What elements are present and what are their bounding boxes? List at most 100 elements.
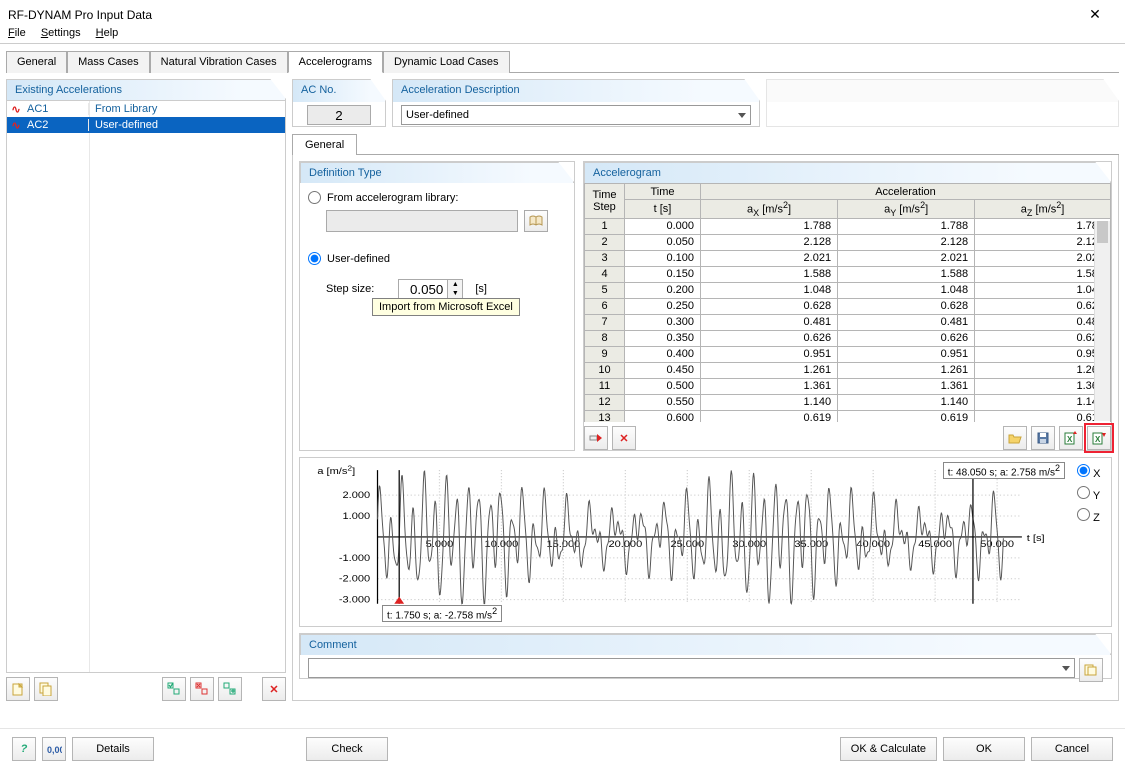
definition-header: Definition Type <box>300 162 574 183</box>
comment-combo[interactable] <box>308 658 1075 678</box>
delete-all-icon[interactable]: ✕ <box>612 426 636 450</box>
svg-text:40.000: 40.000 <box>856 540 890 550</box>
new-icon[interactable] <box>6 677 30 701</box>
description-label: Acceleration Description <box>393 80 759 102</box>
tooltip-excel-import: Import from Microsoft Excel <box>372 298 520 316</box>
tab-accelerograms[interactable]: Accelerograms <box>288 51 383 73</box>
table-row[interactable]: 120.5501.1401.1401.140 <box>585 394 1111 410</box>
table-row[interactable]: 60.2500.6280.6280.628 <box>585 298 1111 314</box>
help-icon[interactable]: ? <box>12 737 36 761</box>
col-accel: Acceleration <box>701 184 1111 200</box>
cancel-button[interactable]: Cancel <box>1031 737 1113 761</box>
comment-pick-icon[interactable] <box>1079 658 1103 682</box>
svg-text:20.000: 20.000 <box>608 540 642 550</box>
existing-header: Existing Accelerations <box>6 79 286 100</box>
acceleration-list: ∿AC1From Library∿AC2User-defined <box>7 101 285 672</box>
col-step: Time Step <box>585 184 625 219</box>
table-row[interactable]: 50.2001.0481.0481.048 <box>585 282 1111 298</box>
table-row[interactable]: 90.4000.9510.9510.951 <box>585 346 1111 362</box>
col-az: aZ [m/s2] <box>975 200 1111 219</box>
table-row[interactable]: 10.0001.7881.7881.788 <box>585 218 1111 234</box>
list-item[interactable]: ∿AC1From Library <box>7 101 285 117</box>
svg-text:-2.000: -2.000 <box>339 575 371 585</box>
step-size-unit: [s] <box>475 283 487 295</box>
waveform-icon: ∿ <box>7 119 25 132</box>
ok-calculate-button[interactable]: OK & Calculate <box>840 737 937 761</box>
check-all-icon[interactable] <box>162 677 186 701</box>
waveform-icon: ∿ <box>7 103 25 116</box>
list-item[interactable]: ∿AC2User-defined <box>7 117 285 133</box>
remove-icon[interactable]: ✕ <box>262 677 286 701</box>
details-button[interactable]: Details <box>72 737 154 761</box>
chevron-down-icon <box>1062 666 1070 671</box>
radio-user-defined[interactable] <box>308 252 321 265</box>
table-row[interactable]: 40.1501.5881.5881.588 <box>585 266 1111 282</box>
table-scrollbar[interactable] <box>1094 221 1110 421</box>
excel-import-icon[interactable]: X <box>1087 426 1111 450</box>
ok-button[interactable]: OK <box>943 737 1025 761</box>
svg-text:X: X <box>1067 435 1073 444</box>
col-time: Time <box>625 184 701 200</box>
menu-help[interactable]: Help <box>96 27 119 39</box>
table-row[interactable]: 80.3500.6260.6260.626 <box>585 330 1111 346</box>
close-icon[interactable]: ✕ <box>1077 6 1113 23</box>
ac-no-label: AC No. <box>293 80 385 102</box>
col-ax: aX [m/s2] <box>701 200 838 219</box>
svg-text:50.000: 50.000 <box>980 540 1014 550</box>
library-combo <box>326 210 518 232</box>
add-checked-icon[interactable] <box>218 677 242 701</box>
svg-text:-1.000: -1.000 <box>339 554 371 564</box>
table-row[interactable]: 100.4501.2611.2611.261 <box>585 362 1111 378</box>
comment-label: Comment <box>300 634 1111 655</box>
tab-mass-cases[interactable]: Mass Cases <box>67 51 150 73</box>
axis-radio-y[interactable]: Y <box>1077 486 1101 502</box>
chart-annotation-min: t: 1.750 s; a: -2.758 m/s2 <box>382 605 502 622</box>
excel-export-icon[interactable]: X <box>1059 426 1083 450</box>
tab-dlc[interactable]: Dynamic Load Cases <box>383 51 510 73</box>
accelerogram-table[interactable]: Time Step Time Acceleration t [s] aX [m/… <box>584 183 1111 422</box>
step-size-label: Step size: <box>326 283 374 295</box>
chart-annotation-max: t: 48.050 s; a: 2.758 m/s2 <box>943 462 1065 479</box>
svg-text:10.000: 10.000 <box>485 540 519 550</box>
svg-text:0,00: 0,00 <box>47 745 62 755</box>
table-row[interactable]: 130.6000.6190.6190.619 <box>585 410 1111 422</box>
accelerogram-chart[interactable]: 2.0001.000-1.000-2.000-3.000a [m/s2]5.00… <box>310 462 1071 622</box>
main-tabstrip: General Mass Cases Natural Vibration Cas… <box>6 44 1119 73</box>
open-icon[interactable] <box>1003 426 1027 450</box>
window-title: RF-DYNAM Pro Input Data <box>8 8 152 22</box>
delete-row-icon[interactable] <box>584 426 608 450</box>
units-icon[interactable]: 0,00 <box>42 737 66 761</box>
save-icon[interactable] <box>1031 426 1055 450</box>
svg-text:t [s]: t [s] <box>1027 534 1045 544</box>
svg-text:X: X <box>1095 435 1101 444</box>
col-ay: aY [m/s2] <box>838 200 975 219</box>
tab-general[interactable]: General <box>6 51 67 73</box>
book-icon[interactable] <box>524 210 548 232</box>
svg-text:-3.000: -3.000 <box>339 595 371 605</box>
table-row[interactable]: 30.1002.0212.0212.021 <box>585 250 1111 266</box>
description-combo[interactable]: User-defined <box>401 105 751 125</box>
label-user-defined: User-defined <box>327 253 390 265</box>
uncheck-all-icon[interactable] <box>190 677 214 701</box>
axis-radio-z[interactable]: Z <box>1077 508 1101 524</box>
step-size-input[interactable]: ▲▼ <box>398 279 463 299</box>
ac-no-input[interactable] <box>307 105 371 125</box>
axis-radio-x[interactable]: X <box>1077 464 1101 480</box>
svg-text:2.000: 2.000 <box>343 491 371 501</box>
table-row[interactable]: 110.5001.3611.3611.361 <box>585 378 1111 394</box>
inner-tab-general[interactable]: General <box>292 134 357 155</box>
accelerogram-header: Accelerogram <box>584 162 1111 183</box>
check-button[interactable]: Check <box>306 737 388 761</box>
label-from-library: From accelerogram library: <box>327 192 458 204</box>
svg-text:1.000: 1.000 <box>343 512 371 522</box>
chart-panel: 2.0001.000-1.000-2.000-3.000a [m/s2]5.00… <box>299 457 1112 627</box>
copy-icon[interactable] <box>34 677 58 701</box>
svg-text:45.000: 45.000 <box>918 540 952 550</box>
table-row[interactable]: 70.3000.4810.4810.481 <box>585 314 1111 330</box>
radio-from-library[interactable] <box>308 191 321 204</box>
menu-file[interactable]: File <box>8 27 26 39</box>
tab-nvc[interactable]: Natural Vibration Cases <box>150 51 288 73</box>
table-row[interactable]: 20.0502.1282.1282.128 <box>585 234 1111 250</box>
svg-text:a [m/s2]: a [m/s2] <box>317 464 355 477</box>
menu-settings[interactable]: Settings <box>41 27 81 39</box>
